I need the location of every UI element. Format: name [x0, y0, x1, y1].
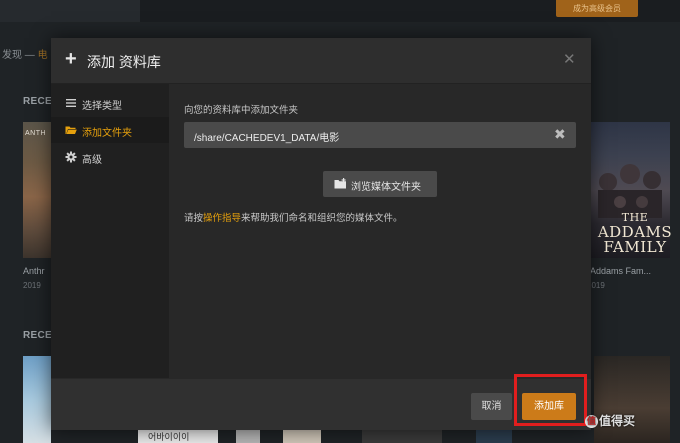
poster-bottom-4[interactable] [283, 428, 321, 443]
help-text-suffix: 来帮助我们命名和组织您的媒体文件。 [241, 213, 403, 224]
folder-plus-icon [334, 178, 346, 189]
breadcrumb: 发现 — 电 [2, 46, 48, 61]
add-folder-label: 向您的资料库中添加文件夹 [184, 105, 299, 116]
add-library-dialog: + 添加 资料库 ✕ 选择类型 添加文件夹 高级 向您的资料库中添加文件夹 /s… [51, 38, 591, 430]
help-text: 请按操作指导来帮助我们命名和组织您的媒体文件。 [184, 210, 403, 224]
dialog-title: 添加 资料库 [87, 54, 161, 70]
sidebar-item-label: 选择类型 [82, 101, 122, 112]
highlight-box [514, 374, 587, 426]
list-icon [66, 99, 76, 107]
plus-icon: + [65, 48, 77, 70]
help-text-prefix: 请按 [184, 213, 204, 224]
dialog-footer: 取消 添加库 [51, 379, 591, 430]
sidebar-item-label: 添加文件夹 [82, 128, 132, 139]
close-icon[interactable]: ✕ [563, 50, 576, 68]
breadcrumb-current[interactable]: 电 [38, 50, 48, 61]
sidebar-item-select-type[interactable]: 选择类型 [51, 90, 169, 116]
folder-open-icon [65, 126, 77, 134]
top-bar: 成为高级会员 [0, 0, 680, 22]
browse-button-label: 浏览媒体文件夹 [351, 182, 421, 193]
sidebar-item-advanced[interactable]: 高级 [51, 144, 169, 170]
section-title-recent-2: RECE [23, 330, 52, 341]
poster-bottom-7[interactable] [594, 356, 670, 443]
browse-media-folder-button[interactable]: 浏览媒体文件夹 [323, 171, 437, 197]
folder-path-value: /share/CACHEDEV1_DATA/电影 [194, 133, 340, 144]
poster-bottom-6[interactable] [476, 428, 512, 443]
addams-family-logo: THE ADDAMS FAMILY [590, 210, 680, 255]
poster-bottom-1[interactable] [23, 356, 51, 443]
sidebar-item-add-folder[interactable]: 添加文件夹 [51, 117, 169, 143]
clear-icon[interactable]: ✖ [554, 126, 566, 143]
watermark-text: 值得买 [599, 414, 636, 428]
poster-bottom-3[interactable] [236, 428, 260, 443]
go-premium-button[interactable]: 成为高级会员 [556, 0, 638, 17]
breadcrumb-discover[interactable]: 发现 [2, 50, 22, 61]
sidebar-item-label: 高级 [82, 155, 102, 166]
cancel-button[interactable]: 取消 [471, 393, 512, 420]
breadcrumb-separator: — [22, 50, 38, 61]
watermark: 值值得买 [585, 412, 635, 429]
folder-path-input[interactable]: /share/CACHEDEV1_DATA/电影 [184, 122, 576, 148]
watermark-icon: 值 [585, 415, 598, 428]
poster-bottom-2-title: 어바이이이 [148, 432, 190, 442]
addams-logo-big: ADDAMS FAMILY [597, 223, 673, 256]
poster-title-text: ANTH [25, 130, 47, 137]
section-title-recent: RECE [23, 96, 52, 107]
top-bar-search-area [0, 0, 140, 22]
poster-anthropocene[interactable]: ANTH [23, 122, 51, 258]
dialog-sidebar: 选择类型 添加文件夹 高级 [51, 84, 169, 378]
guide-link[interactable]: 操作指导 [203, 213, 241, 224]
poster-year-anthropocene: 2019 [23, 281, 41, 290]
dialog-header: + 添加 资料库 ✕ [51, 38, 591, 84]
poster-bottom-5[interactable] [362, 428, 442, 443]
poster-caption-anthropocene[interactable]: Anthr [23, 266, 45, 276]
gear-icon [65, 151, 77, 163]
